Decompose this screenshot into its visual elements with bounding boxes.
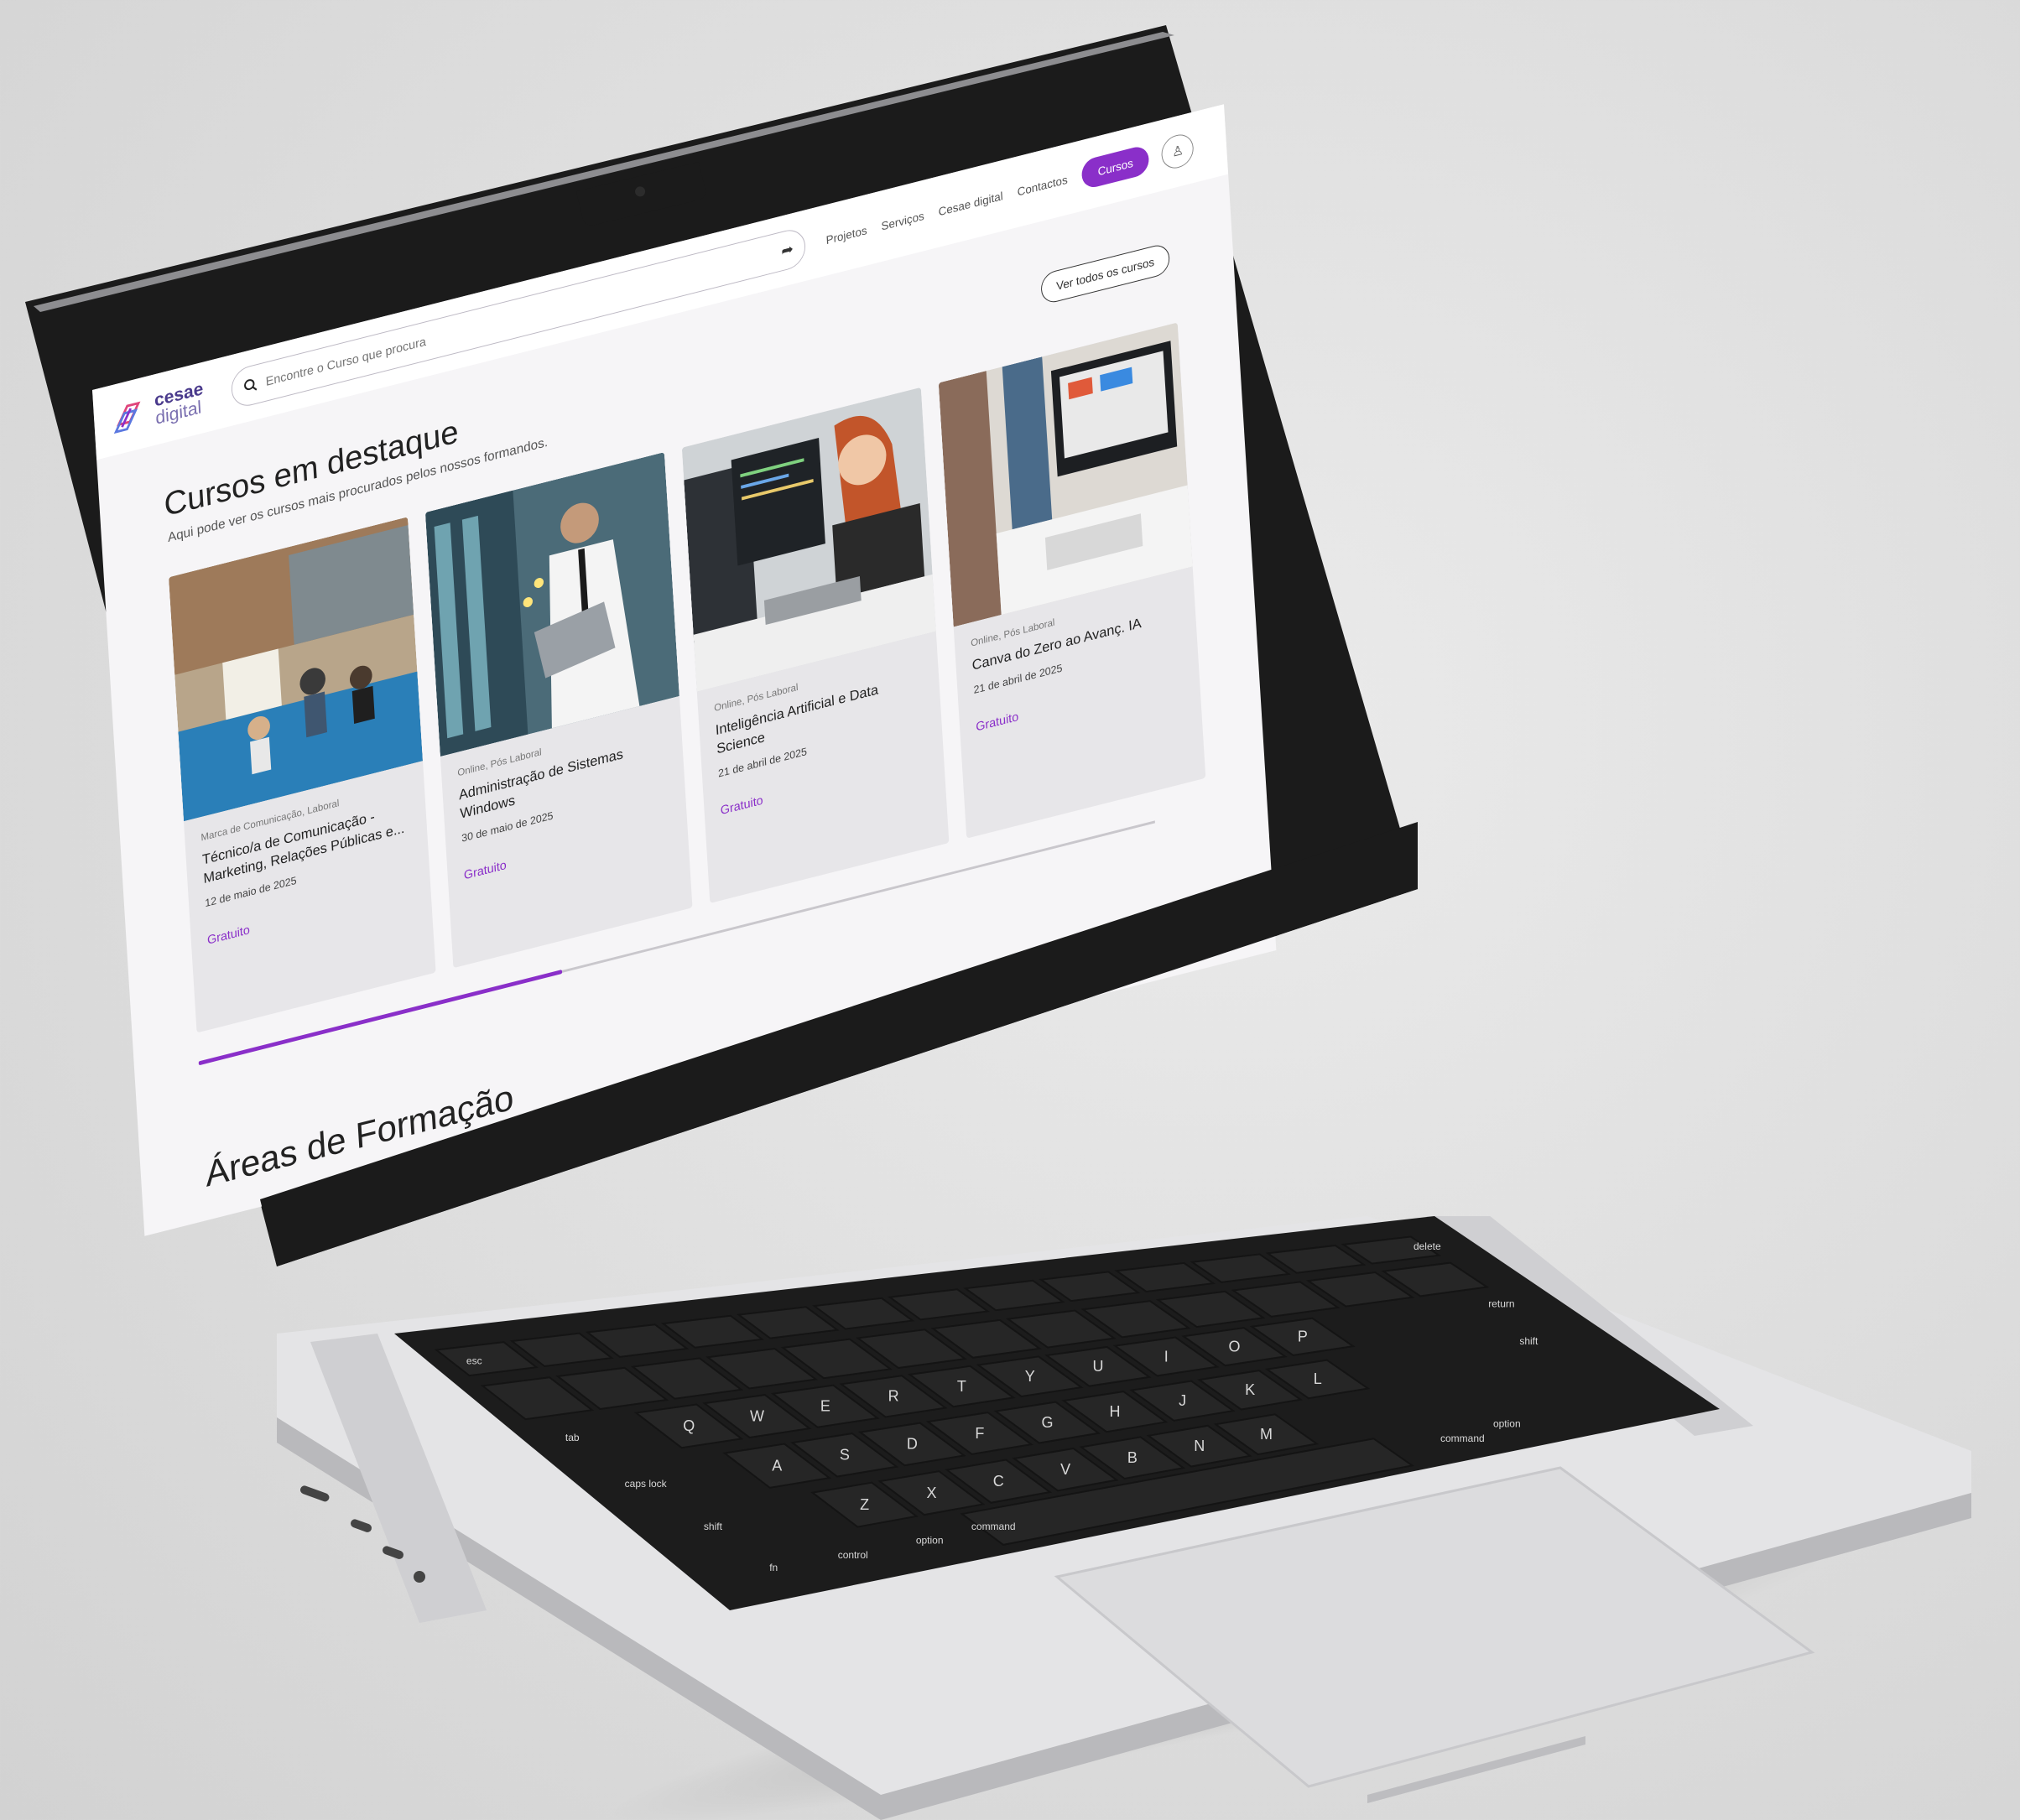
key-label: return xyxy=(1488,1298,1514,1310)
key-label: P xyxy=(1298,1329,1308,1345)
key-label: S xyxy=(840,1447,850,1464)
key-label: option xyxy=(1493,1417,1521,1429)
user-icon[interactable]: ♙ xyxy=(1160,131,1195,172)
key-label: U xyxy=(1092,1358,1103,1375)
key-label: B xyxy=(1127,1449,1138,1466)
key-label: control xyxy=(838,1549,868,1561)
cursos-button[interactable]: Cursos xyxy=(1080,143,1150,190)
key-label: G xyxy=(1041,1414,1053,1431)
key-label: K xyxy=(1245,1381,1255,1398)
key-label: Q xyxy=(683,1417,695,1434)
main-nav: Projetos Serviços Cesae digital Contacto… xyxy=(825,173,1068,247)
key-label: T xyxy=(957,1378,966,1395)
nav-item-projetos[interactable]: Projetos xyxy=(825,223,867,247)
key-label: caps lock xyxy=(625,1478,668,1490)
key-label: tab xyxy=(565,1432,580,1443)
laptop-base: Q W E R T Y U I O P A S D F G H J K L Z X C V B N Mesc tab caps loc… xyxy=(277,1212,1971,1820)
headphone-jack xyxy=(414,1571,425,1583)
key-label: R xyxy=(888,1388,899,1405)
nav-item-cesae-digital[interactable]: Cesae digital xyxy=(938,189,1003,218)
key-label: I xyxy=(1164,1348,1169,1365)
key-label: option xyxy=(916,1534,944,1546)
key-label: esc xyxy=(466,1355,482,1366)
camera-icon xyxy=(633,185,647,198)
key-label: V xyxy=(1060,1461,1070,1478)
key-label: W xyxy=(750,1407,764,1424)
course-card[interactable]: Online, Pós Laboral Inteligência Artific… xyxy=(681,387,950,903)
key-label: fn xyxy=(769,1562,778,1573)
key-label: J xyxy=(1179,1392,1186,1409)
nav-item-contactos[interactable]: Contactos xyxy=(1017,173,1068,199)
course-card[interactable]: Marca de Comunicação, Laboral Técnico/a … xyxy=(169,517,436,1033)
course-carousel: Marca de Comunicação, Laboral Técnico/a … xyxy=(169,322,1206,1033)
key-label: L xyxy=(1314,1370,1322,1387)
port xyxy=(299,1485,330,1502)
key-label: C xyxy=(993,1473,1004,1490)
key-label: Z xyxy=(860,1496,869,1513)
course-card[interactable]: Online, Pós Laboral Canva do Zero ao Ava… xyxy=(938,322,1206,839)
key-label: command xyxy=(971,1521,1016,1532)
key-label: F xyxy=(975,1425,984,1442)
search-input[interactable] xyxy=(265,247,774,389)
key-label: shift xyxy=(1519,1335,1538,1347)
key-label: X xyxy=(926,1485,936,1501)
key-label: A xyxy=(772,1458,782,1474)
areas-title: Áreas de Formação xyxy=(204,1077,515,1195)
search-icon xyxy=(244,379,258,391)
key-label: E xyxy=(820,1397,830,1414)
cesae-logo-icon xyxy=(113,401,141,434)
nav-item-servicos[interactable]: Serviços xyxy=(881,209,924,232)
key-label: Y xyxy=(1025,1368,1035,1385)
laptop-lid: cesae digital ➦ Projetos Serviços Cesae xyxy=(25,25,1418,1266)
key-label: H xyxy=(1110,1403,1121,1420)
port xyxy=(350,1519,372,1532)
laptop-base-svg: Q W E R T Y U I O P A S D F G H J K L Z X C V B N Mesc tab caps loc… xyxy=(277,1212,1971,1820)
view-all-courses-button[interactable]: Ver todos os cursos xyxy=(1040,242,1171,306)
course-card[interactable]: Online, Pós Laboral Administração de Sis… xyxy=(424,452,693,969)
key-label: command xyxy=(1440,1433,1485,1444)
share-icon[interactable]: ➦ xyxy=(781,240,794,260)
key-label: O xyxy=(1229,1338,1241,1355)
website: cesae digital ➦ Projetos Serviços Cesae xyxy=(92,104,1277,1236)
screen: cesae digital ➦ Projetos Serviços Cesae xyxy=(84,75,1426,1250)
search-bar: ➦ xyxy=(230,226,807,410)
logo[interactable]: cesae digital xyxy=(111,376,216,439)
key-label: shift xyxy=(704,1521,723,1532)
key-label: D xyxy=(907,1436,918,1453)
camera-notch xyxy=(575,162,708,227)
key-label: N xyxy=(1194,1438,1205,1454)
key-label: M xyxy=(1260,1426,1273,1443)
